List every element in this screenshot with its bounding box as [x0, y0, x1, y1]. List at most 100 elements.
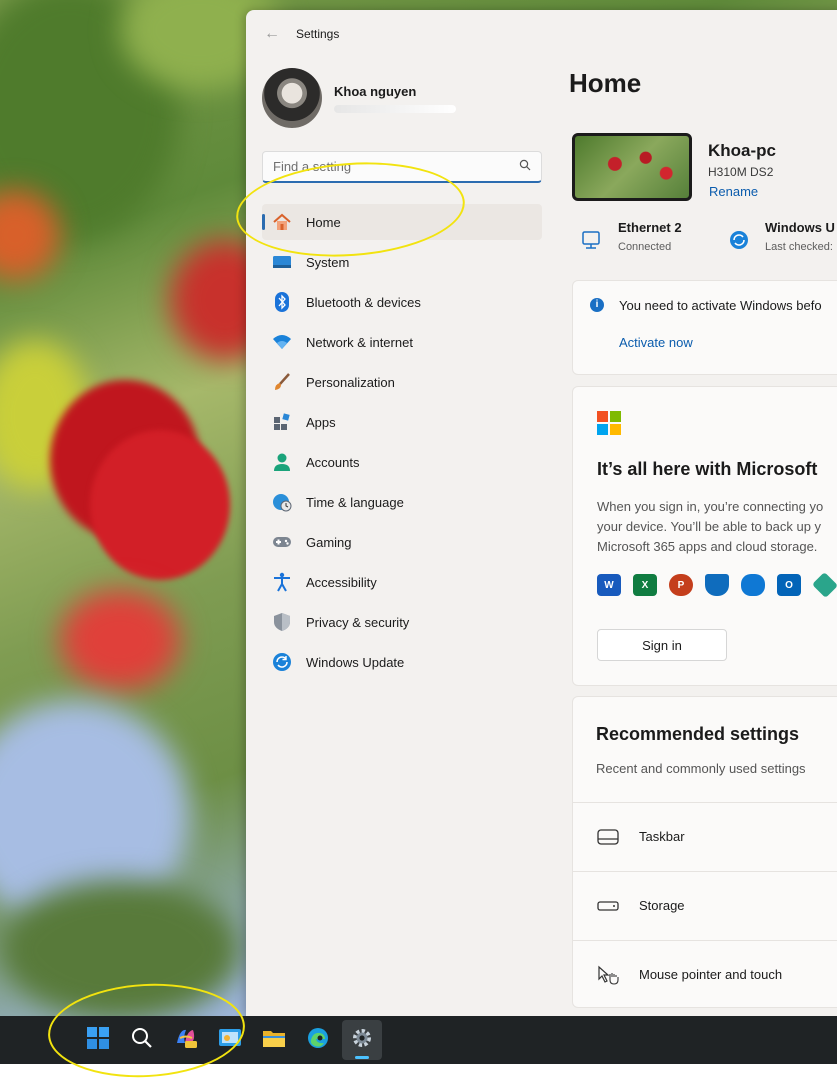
globe-clock-icon — [272, 492, 292, 512]
accessibility-icon — [272, 572, 292, 592]
microsoft-account-card: It’s all here with Microsoft When you si… — [572, 386, 837, 686]
screen-bottom-strip — [0, 1064, 837, 1079]
activate-windows-card: i You need to activate Windows befo Acti… — [572, 280, 837, 375]
widgets-icon — [218, 1027, 242, 1054]
page-title: Home — [569, 68, 642, 98]
outlook-icon: O — [777, 574, 801, 596]
recommended-settings-card: Recommended settings Recent and commonly… — [572, 696, 837, 1008]
recommended-item-label: Mouse pointer and touch — [639, 967, 783, 982]
ethernet-icon — [578, 226, 606, 254]
powerpoint-icon: P — [669, 574, 693, 596]
back-arrow-icon: ← — [264, 25, 280, 42]
taskbar-icon — [597, 828, 619, 845]
device-wallpaper-thumbnail — [572, 133, 692, 201]
apps-icon — [272, 412, 292, 432]
settings-taskbar-button[interactable] — [342, 1020, 382, 1060]
bluetooth-icon — [272, 292, 292, 312]
sidebar-item-label: System — [306, 254, 350, 270]
accounts-icon — [272, 452, 292, 472]
file-explorer-icon — [262, 1028, 286, 1053]
start-button[interactable] — [78, 1020, 118, 1060]
user-profile[interactable]: Khoa nguyen — [262, 68, 456, 128]
sidebar-item-personalization[interactable]: Personalization — [262, 364, 542, 400]
copilot-button[interactable] — [166, 1020, 206, 1060]
status-title: Windows U — [765, 220, 835, 235]
sidebar-item-label: Home — [306, 214, 341, 230]
search-icon — [519, 159, 531, 174]
description-line: Microsoft 365 apps and cloud storage. — [597, 539, 818, 554]
title-bar: ← Settings — [246, 10, 837, 58]
recommended-item-label: Storage — [639, 898, 685, 913]
device-name: Khoa-pc — [708, 141, 776, 160]
taskbar — [0, 1016, 837, 1064]
rename-link[interactable]: Rename — [709, 184, 758, 199]
back-button[interactable]: ← — [252, 14, 292, 54]
shield-icon — [272, 612, 292, 632]
excel-icon: X — [633, 574, 657, 596]
sign-in-button[interactable]: Sign in — [597, 629, 727, 661]
microsoft-logo-icon — [597, 411, 621, 435]
sidebar-item-gaming[interactable]: Gaming — [262, 524, 542, 560]
profile-name: Khoa nguyen — [334, 83, 417, 99]
sidebar-item-accounts[interactable]: Accounts — [262, 444, 542, 480]
sidebar-item-home[interactable]: Home — [262, 204, 542, 240]
sidebar-item-label: Accounts — [306, 454, 360, 470]
defender-icon: D — [705, 574, 729, 596]
activate-message: You need to activate Windows befo — [619, 298, 822, 313]
activate-now-link[interactable]: Activate now — [619, 335, 693, 350]
gamepad-icon — [272, 532, 292, 552]
recommended-subtitle: Recent and commonly used settings — [596, 761, 806, 776]
sidebar-item-label: Privacy & security — [306, 614, 410, 630]
taskbar-search-button[interactable] — [122, 1020, 162, 1060]
edge-button[interactable] — [298, 1020, 338, 1060]
wifi-icon — [272, 332, 292, 352]
search-box[interactable] — [262, 151, 542, 183]
recommended-item-taskbar[interactable]: Taskbar — [573, 802, 837, 870]
sidebar-item-apps[interactable]: Apps — [262, 404, 542, 440]
status-subtitle: Connected — [618, 241, 672, 253]
status-windows-update[interactable]: Windows U Last checked: — [725, 220, 835, 254]
update-icon — [272, 652, 292, 672]
recommended-item-mouse-pointer[interactable]: Mouse pointer and touch — [573, 940, 837, 1008]
home-icon — [272, 212, 292, 232]
avatar — [262, 68, 322, 128]
profile-email-redacted — [334, 104, 456, 113]
search-icon — [131, 1027, 153, 1054]
edge-icon — [307, 1027, 329, 1054]
ms-card-title: It’s all here with Microsoft — [597, 459, 818, 479]
info-icon: i — [590, 298, 604, 312]
sidebar-item-label: Network & internet — [306, 334, 413, 350]
system-icon — [272, 252, 292, 272]
status-subtitle: Last checked: — [765, 241, 833, 253]
sidebar-item-label: Bluetooth & devices — [306, 294, 421, 310]
sidebar-item-accessibility[interactable]: Accessibility — [262, 564, 542, 600]
sidebar-item-privacy-security[interactable]: Privacy & security — [262, 604, 542, 640]
copilot-icon — [174, 1027, 198, 1054]
microsoft-apps-row: W X P D O O H — [597, 571, 837, 599]
status-ethernet[interactable]: Ethernet 2 Connected — [578, 220, 682, 254]
status-title: Ethernet 2 — [618, 220, 682, 235]
widgets-button[interactable] — [210, 1020, 250, 1060]
recommended-title: Recommended settings — [596, 724, 800, 744]
storage-icon — [597, 898, 619, 914]
sidebar-item-network[interactable]: Network & internet — [262, 324, 542, 360]
sidebar-item-time-language[interactable]: Time & language — [262, 484, 542, 520]
file-explorer-button[interactable] — [254, 1020, 294, 1060]
onedrive-icon: O — [741, 574, 765, 596]
sidebar-item-label: Personalization — [306, 374, 395, 390]
sidebar-item-bluetooth[interactable]: Bluetooth & devices — [262, 284, 542, 320]
word-icon: W — [597, 574, 621, 596]
settings-window: ← Settings Khoa nguyen Home System — [246, 10, 837, 1016]
sidebar-nav: Home System Bluetooth & devices Network … — [262, 204, 542, 684]
recommended-item-storage[interactable]: Storage — [573, 871, 837, 939]
start-icon — [87, 1026, 109, 1054]
search-input[interactable] — [273, 159, 519, 174]
window-title: Settings — [296, 27, 340, 41]
mouse-pointer-icon — [597, 965, 619, 985]
description-line: When you sign in, you’re connecting yo — [597, 499, 824, 514]
sidebar-item-label: Windows Update — [306, 654, 405, 670]
brush-icon — [272, 372, 292, 392]
sidebar-item-system[interactable]: System — [262, 244, 542, 280]
update-icon — [725, 226, 753, 254]
sidebar-item-windows-update[interactable]: Windows Update — [262, 644, 542, 680]
